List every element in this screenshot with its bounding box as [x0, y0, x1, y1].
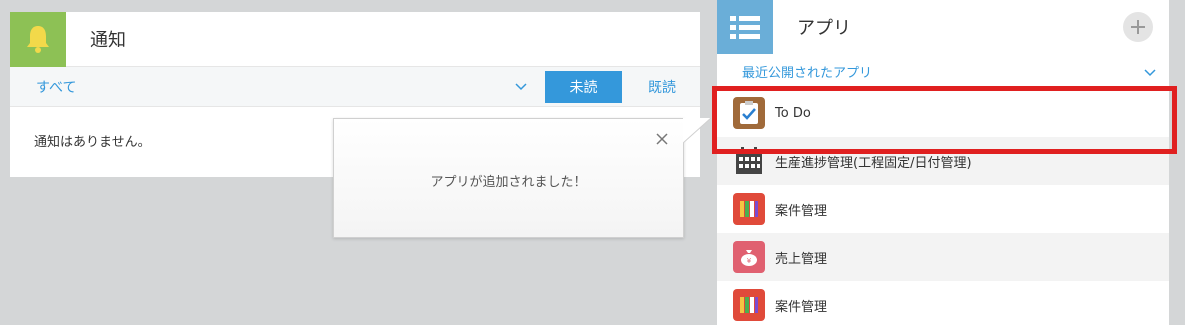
bell-icon — [10, 11, 66, 67]
todo-clipboard-icon — [733, 97, 765, 129]
plus-icon — [1131, 20, 1145, 34]
tab-unread[interactable]: 未読 — [545, 71, 622, 103]
tab-read[interactable]: 既読 — [632, 71, 692, 103]
close-icon[interactable] — [655, 131, 669, 150]
svg-text:¥: ¥ — [747, 257, 752, 265]
popup-pointer — [683, 118, 711, 144]
apps-header: アプリ — [717, 0, 1169, 54]
app-item-todo[interactable]: To Do — [717, 89, 1169, 137]
notification-filter-dropdown[interactable]: すべて — [36, 77, 76, 97]
notification-title: 通知 — [90, 30, 126, 51]
apps-filter-dropdown[interactable]: 最近公開されたアプリ — [742, 62, 872, 81]
app-item-label: 生産進捗管理(工程固定/日付管理) — [775, 155, 972, 171]
calendar-icon — [733, 145, 765, 177]
app-item-label: To Do — [775, 105, 811, 121]
chevron-down-icon[interactable] — [514, 79, 528, 98]
money-bag-icon: ¥ — [733, 241, 765, 273]
app-item-production[interactable]: 生産進捗管理(工程固定/日付管理) — [717, 137, 1169, 185]
add-app-button[interactable] — [1123, 12, 1153, 42]
app-item-sales[interactable]: ¥ 売上管理 — [717, 233, 1169, 281]
app-added-popup: アプリが追加されました！ — [333, 118, 684, 238]
apps-filter-bar: 最近公開されたアプリ — [717, 54, 1169, 89]
binders-icon — [733, 193, 765, 225]
chevron-down-icon[interactable] — [1143, 65, 1157, 84]
app-item-label: 案件管理 — [775, 299, 828, 315]
app-item-label: 案件管理 — [775, 203, 828, 219]
apps-panel: アプリ 最近公開されたアプリ To Do 生産進捗管理(工程固定/日付管理) 案… — [717, 0, 1169, 325]
popup-message: アプリが追加されました！ — [430, 175, 587, 190]
app-item-case-management[interactable]: 案件管理 — [717, 185, 1169, 233]
notification-filter-bar: すべて 未読 既読 — [10, 67, 700, 107]
notification-header: 通知 — [10, 11, 700, 67]
binders-icon — [733, 289, 765, 321]
app-list-icon — [717, 0, 773, 54]
apps-title: アプリ — [797, 18, 851, 39]
app-item-label: 売上管理 — [775, 251, 828, 267]
app-item-case-management[interactable]: 案件管理 — [717, 281, 1169, 325]
